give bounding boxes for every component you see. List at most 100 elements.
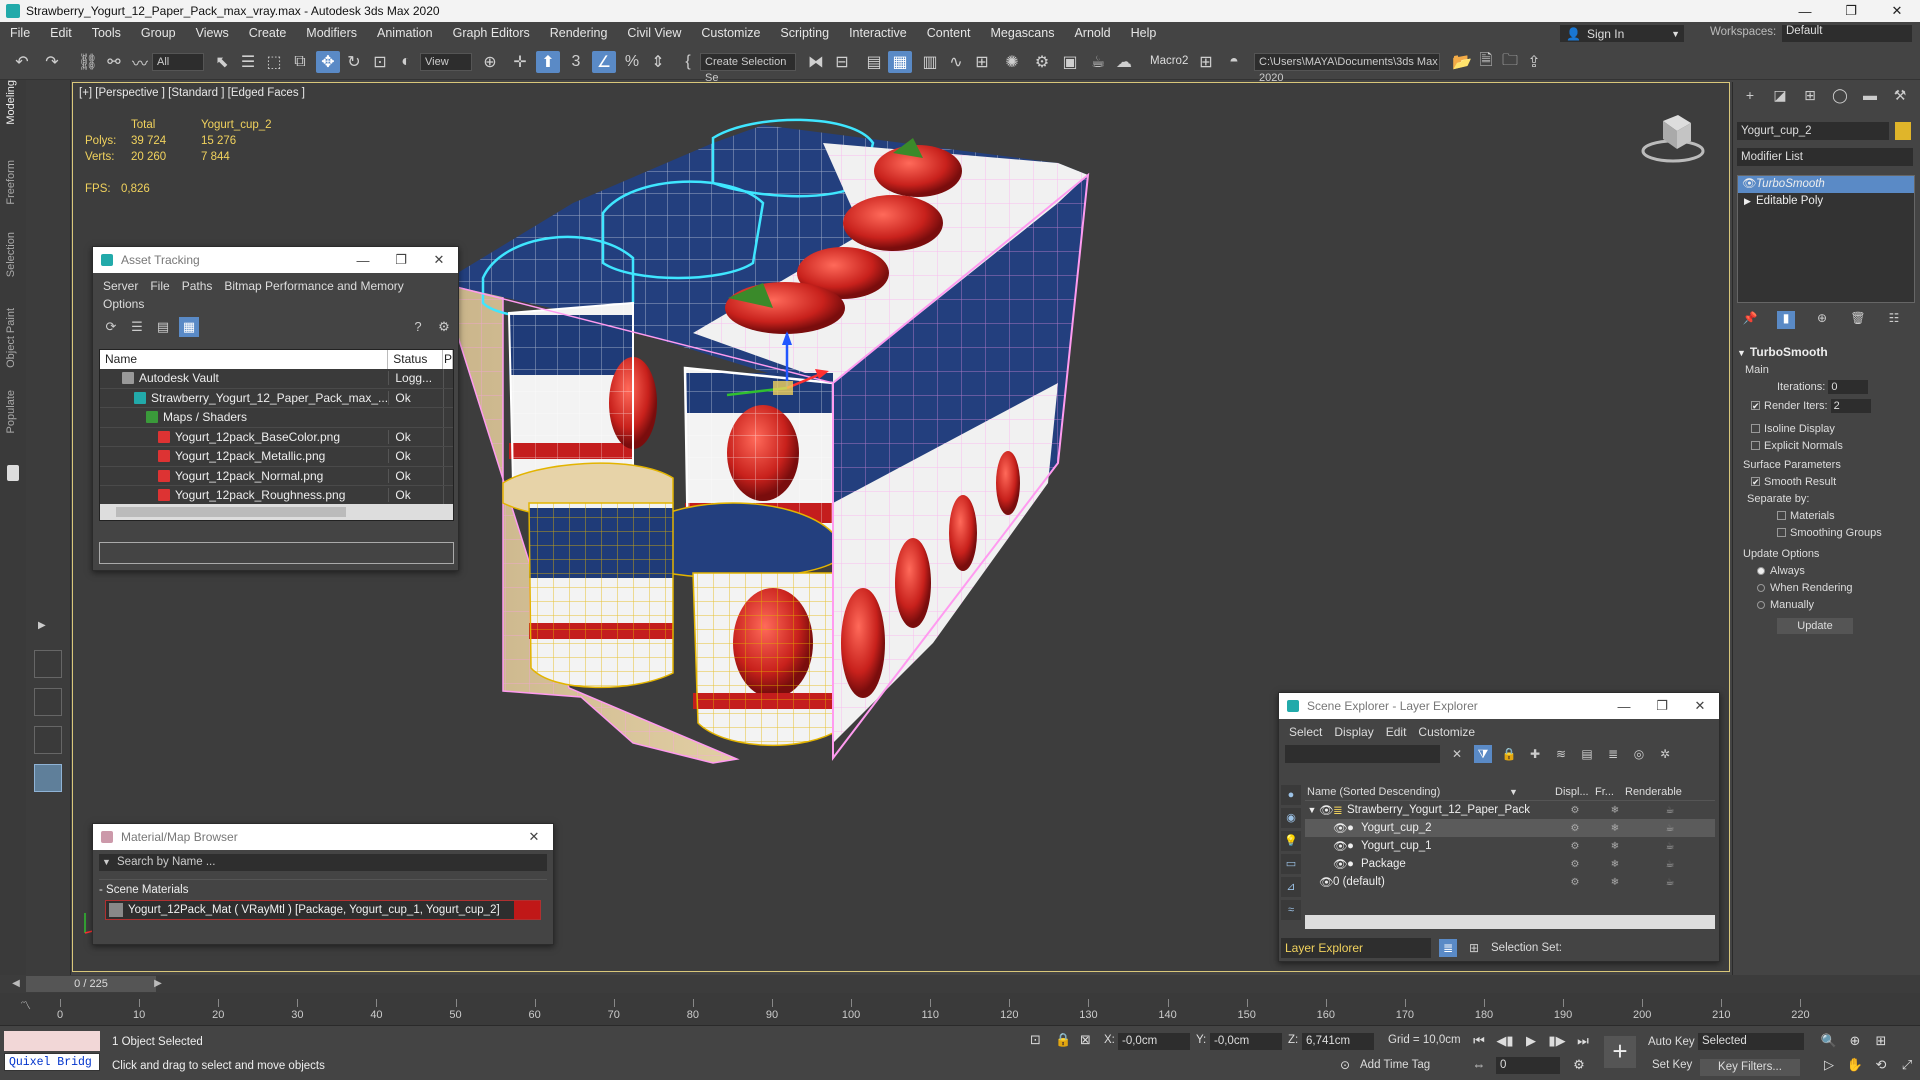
menu-group[interactable]: Group	[131, 26, 186, 40]
rectangular-selection-icon[interactable]: ⬚	[262, 51, 286, 73]
keyboard-shortcut-override-icon[interactable]: ⬆	[536, 51, 560, 73]
menu-customize[interactable]: Customize	[691, 26, 770, 40]
when-rendering-radio[interactable]	[1757, 584, 1765, 593]
eye-icon[interactable]: 👁	[1319, 875, 1334, 889]
edit-named-selection-icon[interactable]: {	[676, 51, 700, 73]
freeze-icon[interactable]: ❄	[1595, 877, 1635, 888]
table-row[interactable]: Yogurt_12pack_BaseColor.png Ok	[100, 427, 453, 447]
isolate-selection-icon[interactable]: ⊡	[1030, 1032, 1041, 1048]
menu-interactive[interactable]: Interactive	[839, 26, 917, 40]
align-icon[interactable]: ⊟	[830, 51, 854, 73]
menu-options[interactable]: Options	[99, 295, 152, 313]
x-coordinate-field[interactable]: -0,0cm	[1118, 1033, 1190, 1050]
refresh-icon[interactable]: ⟳	[101, 317, 121, 337]
unlink-icon[interactable]: ⚯	[102, 51, 126, 73]
menu-file[interactable]: File	[146, 277, 177, 295]
explicit-normals-checkbox[interactable]	[1751, 440, 1760, 450]
time-tag-icon[interactable]: ⊙	[1340, 1058, 1350, 1072]
menu-tools[interactable]: Tools	[82, 26, 131, 40]
eye-icon[interactable]: 👁	[1333, 857, 1348, 871]
table-row[interactable]: Yogurt_12pack_Roughness.png Ok	[100, 486, 453, 506]
remove-modifier-icon[interactable]: 🗑	[1849, 311, 1867, 329]
menu-civil-view[interactable]: Civil View	[617, 26, 691, 40]
maximize-button[interactable]: ❐	[1643, 698, 1681, 714]
named-selection-dropdown[interactable]: Create Selection Se	[700, 53, 796, 84]
configure-modifier-sets-icon[interactable]: ☷	[1885, 311, 1903, 329]
next-frame-icon[interactable]: ▶	[150, 976, 166, 992]
render-iters-spinner[interactable]: 2	[1830, 399, 1871, 413]
selection-lock-icon[interactable]: 🔒	[1055, 1032, 1071, 1048]
freeze-icon[interactable]: ❄	[1595, 805, 1635, 816]
renderable-icon[interactable]: ☕	[1635, 859, 1705, 870]
select-and-scale-icon[interactable]: ⊡	[368, 51, 392, 73]
rendered-frame-window-icon[interactable]: ▣	[1058, 51, 1082, 73]
menu-content[interactable]: Content	[917, 26, 981, 40]
y-coordinate-field[interactable]: -0,0cm	[1210, 1033, 1282, 1050]
link-icon[interactable]: ⛓	[76, 51, 100, 73]
menu-rendering[interactable]: Rendering	[540, 26, 618, 40]
display-lights-icon[interactable]: 💡	[1281, 831, 1301, 851]
zoom-extents-icon[interactable]: ⊞	[1872, 1032, 1890, 1050]
render-in-cloud-icon[interactable]: ☁	[1112, 51, 1136, 73]
menu-display[interactable]: Display	[1330, 723, 1381, 741]
table-row[interactable]: Maps / Shaders	[100, 408, 453, 428]
next-key-icon[interactable]: ▮▶	[1548, 1032, 1566, 1050]
iterations-spinner[interactable]: 0	[1828, 380, 1869, 394]
object-color-swatch[interactable]	[1895, 122, 1911, 140]
show-end-result-icon[interactable]: ▮	[1777, 311, 1795, 329]
export-icon[interactable]: ⇪	[1522, 51, 1546, 73]
lock-icon[interactable]: 🔒	[1500, 745, 1518, 763]
menu-bitmap-performance[interactable]: Bitmap Performance and Memory	[220, 277, 411, 295]
menu-graph-editors[interactable]: Graph Editors	[443, 26, 540, 40]
add-time-tag-button[interactable]: Add Time Tag	[1360, 1059, 1430, 1071]
column-name[interactable]: Name	[100, 350, 389, 369]
highlight-icon[interactable]: ◎	[1630, 745, 1648, 763]
menu-views[interactable]: Views	[186, 26, 239, 40]
isoline-display-checkbox[interactable]	[1751, 423, 1760, 433]
track-bar[interactable]: 〽 0 10 20 30 40 50 60 70 80 90 100 110 120 130 140 150 1…	[0, 993, 1920, 1025]
table-row[interactable]: Autodesk Vault Logg...	[100, 369, 453, 389]
close-button[interactable]: ✕	[515, 829, 553, 845]
object-row-selected[interactable]: 👁 ● Yogurt_cup_2 ⚙ ❄ ☕	[1305, 819, 1715, 837]
menu-select[interactable]: Select	[1285, 723, 1330, 741]
layout-single-button[interactable]	[34, 764, 62, 792]
toggle-layer-explorer-icon[interactable]: ▦	[888, 51, 912, 73]
eye-icon[interactable]: 👁	[1333, 839, 1348, 853]
macro-grid-icon[interactable]: ⊞	[1194, 51, 1218, 73]
settings-icon[interactable]: ⚙	[434, 317, 454, 337]
ribbon-toggle-icon[interactable]	[7, 465, 19, 481]
display-geometry-icon[interactable]: ◉	[1281, 808, 1301, 828]
sign-in-dropdown[interactable]: 👤 Sign In ▼	[1560, 25, 1684, 42]
orbit-icon[interactable]: ⟲	[1872, 1056, 1890, 1074]
megascans-icon[interactable]: ◓	[1222, 51, 1246, 73]
curve-editor-mini-icon[interactable]: 〽	[20, 997, 31, 1013]
viewport-label-menu[interactable]: [+] [Perspective ] [Standard ] [Edged Fa…	[79, 87, 305, 99]
stack-item-editable-poly[interactable]: ▶ Editable Poly	[1738, 193, 1914, 210]
display-tab-icon[interactable]: ▬	[1861, 87, 1879, 105]
ribbon-tab-selection[interactable]: Selection	[5, 232, 17, 277]
horizontal-scrollbar[interactable]	[1305, 915, 1715, 929]
display-icon[interactable]: ⚙	[1555, 841, 1595, 852]
scene-materials-group[interactable]: - Scene Materials	[99, 879, 547, 896]
field-of-view-icon[interactable]: ▷	[1820, 1056, 1838, 1074]
reference-coordinate-dropdown[interactable]: View	[420, 53, 472, 71]
display-all-icon[interactable]: ●	[1281, 785, 1301, 805]
table-row[interactable]: Yogurt_12pack_Metallic.png Ok	[100, 447, 453, 467]
display-icon[interactable]: ⚙	[1555, 859, 1595, 870]
close-button[interactable]: ✕	[420, 252, 458, 268]
help-icon[interactable]: ?	[408, 317, 428, 337]
display-cameras-icon[interactable]: ▭	[1281, 854, 1301, 874]
select-manipulate-icon[interactable]: ✛	[508, 51, 532, 73]
modifier-list-dropdown[interactable]: Modifier List	[1737, 148, 1913, 166]
make-current-layer-icon[interactable]: ▤	[1578, 745, 1596, 763]
close-button[interactable]: ✕	[1681, 698, 1719, 714]
curve-editor-icon[interactable]: ∿	[944, 51, 968, 73]
maximize-viewport-icon[interactable]: ⤢	[1898, 1056, 1916, 1074]
asset-tracking-titlebar[interactable]: Asset Tracking — ❐ ✕	[93, 247, 458, 273]
menu-modifiers[interactable]: Modifiers	[296, 26, 367, 40]
layers-toggle-icon[interactable]: ≣	[1439, 939, 1457, 957]
current-frame-field[interactable]: 0	[1496, 1057, 1560, 1074]
zoom-icon[interactable]: 🔍	[1820, 1032, 1838, 1050]
layout-quad-button[interactable]	[34, 650, 62, 678]
macro-label[interactable]: Macro2	[1150, 55, 1188, 67]
